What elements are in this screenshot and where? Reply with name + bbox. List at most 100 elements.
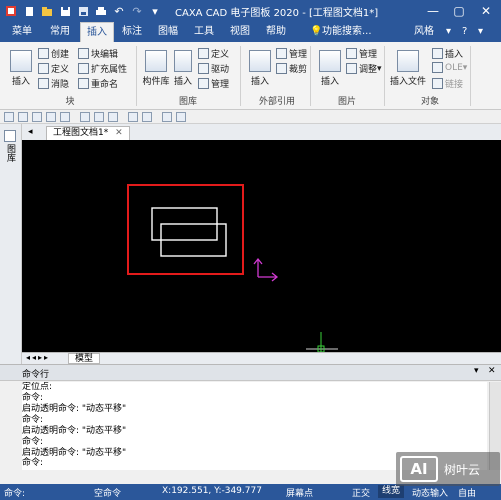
command-panel-title: 命令行 — [22, 370, 50, 380]
redo-icon[interactable]: ↷ — [130, 4, 144, 18]
tab-model[interactable]: 模型 — [68, 353, 101, 364]
ole-button[interactable]: OLE ▾ — [432, 62, 467, 73]
xref-insert-button[interactable]: 插入 — [246, 50, 274, 87]
extend-attribute-button[interactable]: 扩充属性 — [78, 62, 127, 75]
screen-point-toggle[interactable]: 屏幕点 — [286, 486, 313, 499]
search-input[interactable]: 功能搜索... — [316, 22, 378, 42]
app-logo-icon[interactable] — [4, 4, 18, 18]
command-prompt: 命令: — [22, 458, 44, 468]
block-edit-button[interactable]: 块编辑 — [78, 47, 118, 60]
library-group-label: 图库 — [178, 97, 197, 107]
style-icon[interactable] — [80, 112, 90, 122]
save-as-icon[interactable] — [76, 4, 90, 18]
tab-menu[interactable]: 菜单 — [6, 22, 38, 42]
status-command-label: 命令: — [4, 489, 26, 499]
library-define-button[interactable]: 定义 — [198, 47, 229, 60]
command-history-line: 启动透明命令: "动态平移" — [22, 404, 127, 414]
component-library-icon — [145, 50, 167, 72]
chevron-down-icon[interactable]: ▾ — [440, 22, 457, 42]
image-insert-button[interactable]: 插入 — [316, 50, 344, 87]
command-history-line: 命令: — [22, 393, 44, 403]
properties-icon[interactable] — [128, 112, 138, 122]
object-insert-button[interactable]: 插入 — [432, 47, 463, 60]
dissolve-icon — [38, 78, 49, 89]
title-bar: ↶ ↷ ▾ CAXA CAD 电子图板 2020 - [工程图文档1*] — ▢… — [0, 0, 501, 22]
close-tab-icon[interactable]: ✕ — [115, 128, 123, 138]
tab-common[interactable]: 常用 — [44, 22, 76, 42]
layer-icon[interactable] — [4, 112, 14, 122]
library-manage-button[interactable]: 管理 — [198, 77, 229, 90]
command-history-line: 命令: — [22, 415, 44, 425]
library-panel-icon[interactable] — [4, 130, 16, 142]
ribbon-minimize-icon[interactable]: ▾ — [472, 22, 489, 42]
undo-icon[interactable]: ↶ — [112, 4, 126, 18]
image-manage-icon — [346, 48, 357, 59]
tab-sheet[interactable]: 图幅 — [152, 22, 184, 42]
pan-icon[interactable] — [176, 112, 186, 122]
open-folder-icon[interactable] — [40, 4, 54, 18]
command-panel-header: 命令行 ▾ ✕ — [0, 365, 501, 381]
library-insert-button[interactable]: 插入 — [172, 50, 194, 87]
rename-button[interactable]: 重命名 — [78, 77, 118, 90]
command-input[interactable] — [45, 457, 446, 468]
image-adjust-button[interactable]: 调整 ▾ — [346, 62, 382, 75]
tab-tools[interactable]: 工具 — [188, 22, 220, 42]
insert-file-button[interactable]: 插入文件 — [388, 50, 428, 87]
image-manage-button[interactable]: 管理 — [346, 47, 377, 60]
xref-insert-icon — [249, 50, 271, 72]
library-define-icon — [198, 48, 209, 59]
match-properties-icon[interactable] — [142, 112, 152, 122]
library-panel-label[interactable]: 图库 — [5, 144, 15, 162]
save-icon[interactable] — [58, 4, 72, 18]
xref-manage-button[interactable]: 管理 — [276, 47, 307, 60]
close-panel-icon[interactable]: ✕ — [488, 366, 496, 376]
block-dissolve-button[interactable]: 消隐 — [38, 77, 69, 90]
ole-icon — [432, 62, 443, 73]
close-button[interactable]: ✕ — [473, 0, 499, 22]
help-icon[interactable]: ? — [456, 22, 473, 42]
component-library-button[interactable]: 构件库 — [140, 50, 172, 87]
tab-scroll-icon[interactable]: ◂ — [28, 127, 33, 137]
object-group-label: 对象 — [420, 97, 439, 107]
tab-insert[interactable]: 插入 — [80, 22, 114, 42]
pin-icon[interactable]: ▾ — [474, 366, 479, 376]
group-divider — [136, 46, 137, 106]
tab-view[interactable]: 视图 — [224, 22, 256, 42]
command-history-line: 命令: — [22, 437, 44, 447]
text-style-icon[interactable] — [94, 112, 104, 122]
xref-manage-icon — [276, 48, 287, 59]
drawing-canvas[interactable] — [22, 140, 501, 352]
dynamic-input-toggle[interactable]: 动态输入 — [412, 486, 448, 499]
maximize-button[interactable]: ▢ — [446, 0, 472, 22]
customize-quick-access-icon[interactable]: ▾ — [148, 4, 162, 18]
color-icon[interactable] — [32, 112, 42, 122]
tab-annotate[interactable]: 标注 — [116, 22, 148, 42]
lineweight-icon[interactable] — [60, 112, 70, 122]
xref-clip-button[interactable]: 裁剪 — [276, 62, 307, 75]
status-coordinates: X:192.551, Y:-349.777 — [162, 486, 262, 496]
new-file-icon[interactable] — [22, 4, 36, 18]
status-current-command: 空命令 — [94, 489, 122, 499]
lineweight-toggle[interactable]: 线宽 — [378, 485, 405, 498]
ortho-toggle[interactable]: 正交 — [352, 486, 370, 499]
group-divider — [470, 46, 471, 106]
zoom-icon[interactable] — [162, 112, 172, 122]
layout-nav-icons[interactable]: ◂◂▸▸ — [26, 353, 50, 362]
chevron-down-icon: ▾ — [462, 62, 468, 73]
layer-state-icon[interactable] — [18, 112, 28, 122]
block-create-button[interactable]: 创建 — [38, 47, 69, 60]
free-mode-toggle[interactable]: 自由 — [458, 486, 476, 499]
property-toolbar — [0, 110, 501, 124]
block-define-button[interactable]: 定义 — [38, 62, 69, 75]
style-selector[interactable]: 风格 — [408, 22, 440, 42]
watermark-logo: AI — [400, 456, 438, 482]
library-drive-button[interactable]: 驱动 — [198, 62, 229, 75]
tab-help[interactable]: 帮助 — [260, 22, 292, 42]
block-insert-button[interactable]: 插入 — [6, 50, 36, 87]
linetype-icon[interactable] — [46, 112, 56, 122]
link-button[interactable]: 链接 — [432, 77, 463, 90]
minimize-button[interactable]: — — [420, 0, 446, 22]
print-icon[interactable] — [94, 4, 108, 18]
document-tab[interactable]: 工程图文档1* ✕ — [46, 126, 130, 140]
dim-style-icon[interactable] — [108, 112, 118, 122]
